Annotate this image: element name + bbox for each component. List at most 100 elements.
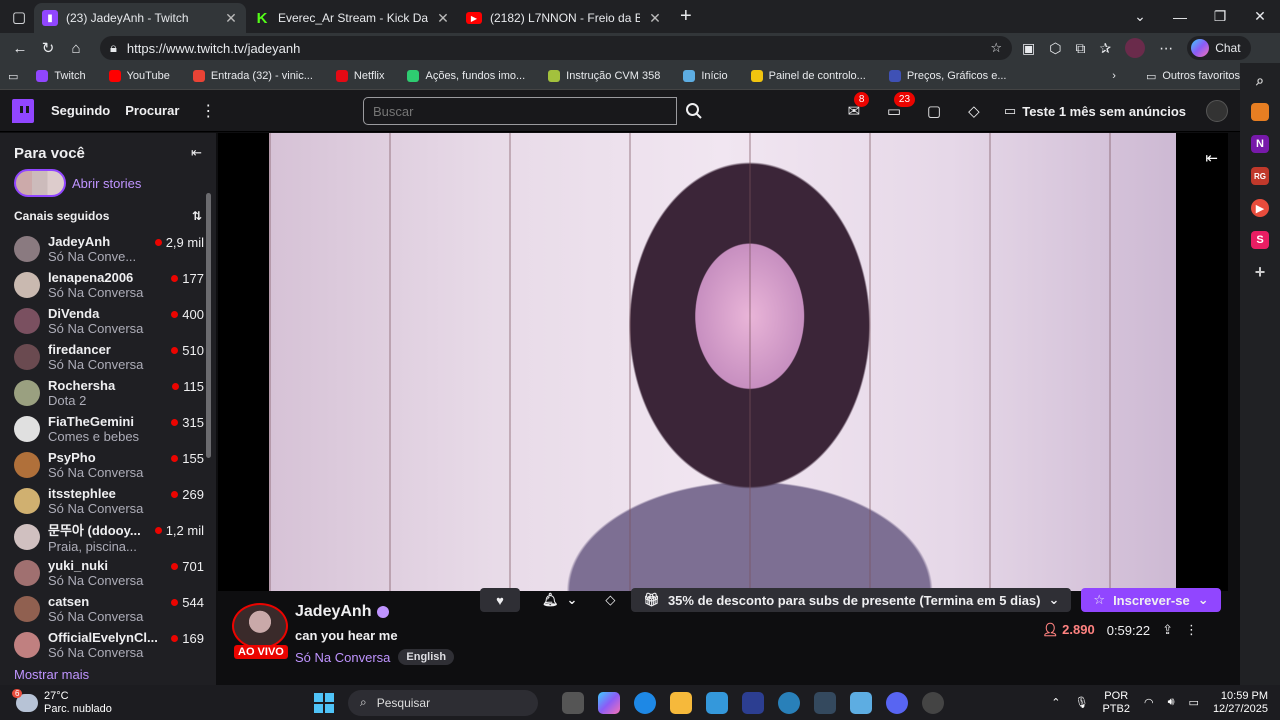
copilot-icon[interactable] <box>598 691 620 714</box>
bookmark-funds[interactable]: Ações, fundos imo... <box>407 70 525 82</box>
address-bar[interactable]: 🔒︎ https://www.twitch.tv/jadeyanh ☆ <box>100 36 1012 60</box>
sort-icon[interactable]: ⇅ <box>192 209 202 223</box>
sidebar-channel[interactable]: DiVenda Só Na Conversa 400 <box>0 303 216 339</box>
app-s-icon[interactable]: S <box>1251 231 1269 249</box>
back-button[interactable]: ← <box>6 40 34 57</box>
sidebar-channel[interactable]: itsstephlee Só Na Conversa 269 <box>0 483 216 519</box>
maximize-button[interactable]: ❐ <box>1200 8 1240 25</box>
file-explorer-icon[interactable] <box>670 691 692 714</box>
sidebar-channel[interactable]: yuki_nuki Só Na Conversa 701 <box>0 555 216 591</box>
sidebar-channel[interactable]: firedancer Só Na Conversa 510 <box>0 339 216 375</box>
bits-icon[interactable]: ◇ <box>964 101 984 121</box>
app-icon[interactable] <box>778 691 800 714</box>
nav-browse[interactable]: Procurar <box>125 103 179 118</box>
sidebar-channel[interactable]: JadeyAnh Só Na Conve... 2,9 mil <box>0 231 216 267</box>
sidebar-channel[interactable]: lenapena2006 Só Na Conversa 177 <box>0 267 216 303</box>
app-icon[interactable] <box>814 691 836 714</box>
add-icon[interactable]: + <box>1251 262 1269 282</box>
sidebar-channel[interactable]: Rochersha Dota 2 115 <box>0 375 216 411</box>
expand-chat-icon[interactable]: ⇤ <box>1205 149 1218 167</box>
video-player[interactable]: ⇤ <box>218 133 1228 591</box>
battery-icon[interactable]: ▭ <box>1189 696 1199 709</box>
bookmark-cvm[interactable]: Instrução CVM 358 <box>548 70 660 82</box>
language-indicator[interactable]: POR PTB2 <box>1102 690 1130 716</box>
bookmark-painel[interactable]: Painel de controlo... <box>750 70 866 82</box>
minimize-button[interactable]: — <box>1160 9 1200 25</box>
sidebar-channel[interactable]: OfficialEvelynCl... Só Na Conversa 169 <box>0 627 216 663</box>
show-more-link[interactable]: Mostrar mais <box>0 663 216 685</box>
taskbar-search[interactable]: ⌕ Pesquisar <box>348 689 538 716</box>
more-options-icon[interactable]: ⋮ <box>1185 622 1198 638</box>
channel-avatar[interactable] <box>232 603 288 649</box>
close-window-button[interactable]: ✕ <box>1240 8 1280 25</box>
sidebar-channel[interactable]: 문뚜아 (ddooy... Praia, piscina... 1,2 mil <box>0 519 216 555</box>
photos-icon[interactable] <box>850 691 872 714</box>
subscribe-button[interactable]: ☆ Inscrever-se ⌄ <box>1081 588 1221 612</box>
app-icon[interactable]: RG <box>1251 167 1269 185</box>
favorites-icon[interactable]: ✰ <box>1099 40 1111 57</box>
bookmark-gmail[interactable]: Entrada (32) - vinic... <box>192 70 313 82</box>
bookmark-precos[interactable]: Preços, Gráficos e... <box>888 70 1007 82</box>
user-avatar[interactable] <box>1206 100 1228 122</box>
chevron-up-icon[interactable]: ⌃ <box>1051 696 1060 709</box>
youtube-icon[interactable]: ▶ <box>1251 199 1269 217</box>
notifications-icon[interactable]: ▭ 23 <box>884 92 916 121</box>
whispers-icon[interactable]: ▢ <box>924 101 944 121</box>
sidebar-channel[interactable]: PsyPho Só Na Conversa 155 <box>0 447 216 483</box>
profile-avatar[interactable] <box>1125 38 1146 58</box>
store-icon[interactable] <box>706 691 728 714</box>
extension-icon[interactable]: ▣ <box>1022 40 1035 57</box>
volume-icon[interactable]: 🔊︎ <box>1168 696 1175 709</box>
tab-kick[interactable]: K Everec_Ar Stream - Kick Dashboard ✕ <box>246 3 458 33</box>
bookmark-inicio[interactable]: Início <box>683 70 728 82</box>
tab-actions-icon[interactable]: ▢ <box>4 8 34 26</box>
clock[interactable]: 10:59 PM 12/27/2025 <box>1213 690 1268 716</box>
bookmark-netflix[interactable]: Netflix <box>335 70 384 82</box>
edge-icon[interactable] <box>634 691 656 714</box>
star-icon[interactable]: ☆ <box>990 40 1002 56</box>
microphone-icon[interactable]: 🎙︎ <box>1075 696 1089 709</box>
new-tab-button[interactable]: + <box>680 5 700 28</box>
refresh-button[interactable]: ↻ <box>34 39 62 57</box>
discord-icon[interactable] <box>886 691 908 714</box>
bookmark-youtube[interactable]: YouTube <box>108 70 170 82</box>
sidebar-channel[interactable]: catsen Só Na Conversa 544 <box>0 591 216 627</box>
home-button[interactable]: ⌂ <box>62 40 90 57</box>
notifications-toggle[interactable]: 🔔︎ ⌄ <box>530 588 589 612</box>
shopping-icon[interactable] <box>1251 103 1269 121</box>
bookmark-twitch[interactable]: Twitch <box>36 70 86 82</box>
search-input[interactable] <box>363 97 677 125</box>
bookmarks-toggle-icon[interactable]: ▭ <box>8 70 18 83</box>
search-button[interactable] <box>677 97 711 125</box>
sidebar-channel[interactable]: FiaTheGemini Comes e bebes 315 <box>0 411 216 447</box>
sidebar-scrollbar[interactable] <box>206 193 211 458</box>
chevron-down-icon[interactable]: ⌄ <box>1120 8 1160 25</box>
other-bookmarks[interactable]: › ▭ Outros favoritos <box>1112 70 1240 83</box>
close-icon[interactable]: ✕ <box>224 10 238 27</box>
tab-youtube[interactable]: ▶ (2182) L7NNON - Freio da Blazer ✕ <box>458 3 670 33</box>
nav-following[interactable]: Seguindo <box>51 103 110 118</box>
channel-name[interactable]: JadeyAnh <box>295 603 371 621</box>
puzzle-icon[interactable]: ⬡ <box>1049 40 1061 57</box>
app-icon[interactable] <box>742 691 764 714</box>
stream-category[interactable]: Só Na Conversa <box>295 650 390 665</box>
gift-sub-promo[interactable]: 🎁︎ 35% de desconto para subs de presente… <box>631 588 1072 612</box>
onenote-icon[interactable]: N <box>1251 135 1269 153</box>
collapse-sidebar-icon[interactable]: ⇤ <box>191 145 202 161</box>
chevron-right-icon[interactable]: › <box>1112 70 1116 82</box>
ad-free-promo-button[interactable]: ▭ Teste 1 mês sem anúncios <box>1004 103 1186 119</box>
language-tag[interactable]: English <box>398 649 455 665</box>
search-icon[interactable]: ⌕ <box>1251 71 1269 89</box>
inbox-icon[interactable]: ✉ 8 <box>844 92 870 121</box>
weather-widget[interactable]: 6 27°C Parc. nublado <box>0 688 300 716</box>
wifi-icon[interactable]: ◠ <box>1144 696 1154 709</box>
stream-video[interactable] <box>269 133 1176 591</box>
twitch-logo-icon[interactable] <box>12 98 34 123</box>
follow-button[interactable]: ♥ <box>480 588 520 612</box>
close-icon[interactable]: ✕ <box>648 10 662 27</box>
app-icon[interactable] <box>922 691 944 714</box>
stories-button[interactable]: Abrir stories <box>0 163 216 203</box>
close-icon[interactable]: ✕ <box>436 10 450 27</box>
windows-start-icon[interactable] <box>314 692 334 713</box>
task-view-icon[interactable] <box>562 691 584 714</box>
